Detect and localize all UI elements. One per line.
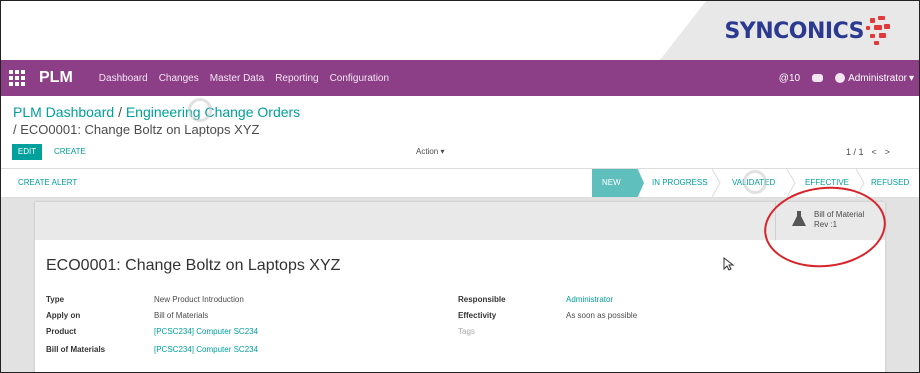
logo-mark-icon (866, 16, 892, 46)
synconics-logo: SYNCONICS (724, 16, 892, 46)
pager-previous-button[interactable]: < (872, 144, 877, 160)
banner: SYNCONICS (0, 0, 920, 60)
stage-refused[interactable]: REFUSED (871, 169, 909, 197)
top-navbar: PLM Dashboard Changes Master Data Report… (0, 60, 920, 96)
field-label-product: Product (46, 327, 77, 336)
pager-value[interactable]: 1 / 1 (846, 144, 864, 160)
stage-separator-icon (787, 169, 796, 197)
field-value-responsible-link[interactable]: Administrator (566, 295, 613, 304)
mouse-cursor-icon (723, 257, 735, 271)
field-label-effectivity: Effectivity (458, 311, 497, 320)
loading-ripple (743, 170, 767, 194)
pager: 1 / 1 < > (846, 144, 890, 160)
edit-button[interactable]: EDIT (12, 144, 42, 160)
action-dropdown[interactable]: Action ▾ (416, 144, 444, 160)
loading-ripple (188, 98, 212, 122)
field-label-apply-on: Apply on (46, 311, 81, 320)
breadcrumb: PLM Dashboard / Engineering Change Order… (13, 104, 301, 120)
menu-reporting[interactable]: Reporting (275, 73, 318, 84)
field-value-apply-on: Bill of Materials (154, 311, 209, 320)
apps-menu-icon[interactable] (9, 70, 25, 86)
field-value-bill-of-materials-link[interactable]: [PCSC234] Computer SC234 (154, 345, 258, 354)
menu-changes[interactable]: Changes (159, 73, 199, 84)
status-bar: CREATE ALERT NEW IN PROGRESS VALIDATED E… (0, 169, 920, 198)
field-label-type: Type (46, 295, 65, 304)
menu-dashboard[interactable]: Dashboard (99, 73, 148, 84)
caret-down-icon: ▾ (908, 72, 914, 84)
menu-master-data[interactable]: Master Data (210, 73, 264, 84)
pager-next-button[interactable]: > (885, 144, 890, 160)
menu-configuration[interactable]: Configuration (330, 73, 389, 84)
control-panel: PLM Dashboard / Engineering Change Order… (0, 96, 920, 168)
create-button[interactable]: CREATE (54, 144, 86, 160)
record-title: ECO0001: Change Boltz on Laptops XYZ (46, 257, 341, 274)
avatar (835, 73, 846, 83)
user-menu[interactable]: Administrator ▾ (835, 73, 914, 84)
field-value-effectivity: As soon as possible (566, 311, 638, 320)
breadcrumb-current: / ECO0001: Change Boltz on Laptops XYZ (13, 122, 260, 137)
tags-field-placeholder[interactable]: Tags (458, 327, 475, 336)
app-brand: PLM (39, 69, 73, 86)
stage-in-progress[interactable]: IN PROGRESS (652, 169, 708, 197)
button-box: Bill of Material Rev :1 (35, 202, 885, 240)
caret-down-icon: ▾ (440, 147, 445, 156)
stage-separator-icon (856, 169, 865, 197)
stage-effective[interactable]: EFFECTIVE (805, 169, 849, 197)
nav-right: @10 Administrator ▾ (767, 73, 920, 84)
field-value-type: New Product Introduction (154, 295, 244, 304)
flask-icon (792, 211, 806, 226)
field-label-bill-of-materials: Bill of Materials (46, 345, 106, 354)
field-value-product-link[interactable]: [PCSC234] Computer SC234 (154, 327, 258, 336)
breadcrumb-engineering-change-orders[interactable]: Engineering Change Orders (126, 104, 300, 120)
bill-of-material-smart-button[interactable]: Bill of Material Rev :1 (775, 202, 884, 240)
create-alert-button[interactable]: CREATE ALERT (18, 169, 77, 197)
chat-icon[interactable] (812, 74, 824, 82)
stage-new[interactable]: NEW (592, 169, 644, 197)
breadcrumb-plm-dashboard[interactable]: PLM Dashboard (13, 104, 114, 120)
notifications-counter[interactable]: @10 (779, 73, 800, 84)
stage-separator-icon (712, 169, 721, 197)
field-label-responsible: Responsible (458, 295, 506, 304)
